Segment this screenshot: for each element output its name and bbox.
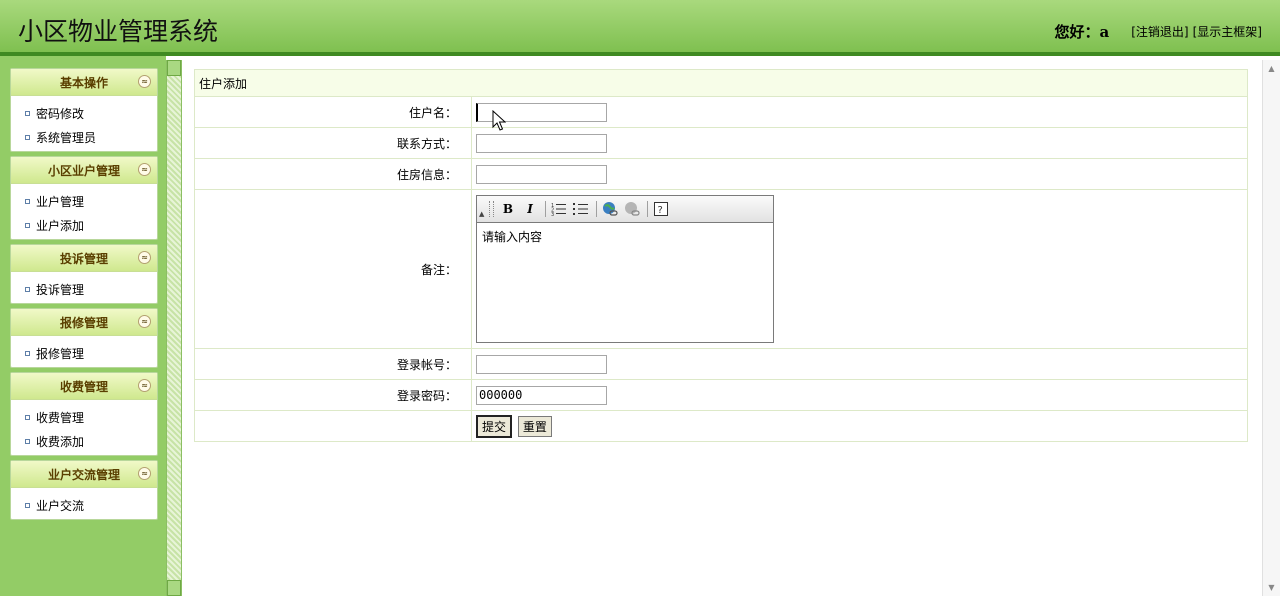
bullet-icon — [25, 414, 30, 420]
sidebar-item-fee-manage[interactable]: 收费管理 — [11, 405, 157, 429]
panel-title: 业户交流管理 — [47, 467, 120, 482]
app-title: 小区物业管理系统 — [18, 17, 219, 46]
logout-link[interactable]: [注销退出] — [1131, 23, 1188, 40]
panel-header[interactable]: 业户交流管理 ≈ — [11, 461, 157, 488]
bold-button[interactable]: B — [498, 200, 518, 218]
panel-exchange: 业户交流管理 ≈ 业户交流 — [10, 460, 158, 520]
sidebar-item-password[interactable]: 密码修改 — [11, 101, 157, 125]
sidebar-item-resident-manage[interactable]: 业户管理 — [11, 189, 157, 213]
toolbar-grip-icon: ▲ — [479, 210, 485, 218]
bullet-icon — [25, 222, 30, 228]
sidebar-item-admin[interactable]: 系统管理员 — [11, 125, 157, 149]
splitter-top-tab[interactable] — [167, 60, 181, 76]
collapse-icon[interactable]: ≈ — [138, 315, 151, 328]
name-label: 住户名： — [194, 96, 472, 128]
panel-title: 收费管理 — [59, 379, 108, 394]
sidebar-item-label: 收费管理 — [36, 410, 85, 425]
panel-header[interactable]: 小区业户管理 ≈ — [11, 157, 157, 184]
reset-button[interactable]: 重置 — [517, 415, 552, 437]
contact-input[interactable] — [476, 133, 607, 153]
sidebar-item-label: 收费添加 — [36, 434, 85, 449]
housing-label: 住房信息： — [194, 158, 472, 190]
panel-title: 基本操作 — [59, 75, 108, 90]
remark-label: 备注： — [194, 189, 472, 349]
sidebar-item-label: 报修管理 — [36, 346, 85, 361]
ordered-list-icon[interactable]: 123 — [549, 200, 569, 218]
toolbar-separator — [545, 201, 546, 217]
frame-splitter[interactable] — [166, 60, 182, 596]
editor-toolbar: ▲ B I 123 ? — [477, 196, 773, 223]
panel-complaints: 投诉管理 ≈ 投诉管理 — [10, 244, 158, 304]
user-area: 您好：a [注销退出] [显示主框架] — [1055, 21, 1262, 42]
sidebar-item-label: 系统管理员 — [36, 130, 97, 145]
toolbar-separator — [596, 201, 597, 217]
bullet-icon — [25, 134, 30, 140]
main-content: 住户添加 住户名： 联系方式： 住房信息： 备注： ▲ B I 1 2 3 ? … — [182, 60, 1262, 596]
sidebar-item-label: 业户添加 — [36, 218, 85, 233]
panel-header[interactable]: 基本操作 ≈ — [11, 69, 157, 96]
sidebar-item-exchange[interactable]: 业户交流 — [11, 493, 157, 517]
collapse-icon[interactable]: ≈ — [138, 379, 151, 392]
sidebar-item-complaints[interactable]: 投诉管理 — [11, 277, 157, 301]
help-icon[interactable]: ? — [651, 200, 671, 218]
remark-editor-body[interactable]: 请输入内容 — [477, 223, 773, 250]
account-label: 登录帐号： — [194, 348, 472, 380]
panel-header[interactable]: 投诉管理 ≈ — [11, 245, 157, 272]
resident-add-form: 住户添加 住户名： 联系方式： 住房信息： 备注： ▲ B I 1 2 3 ? … — [194, 69, 1248, 442]
housing-input[interactable] — [476, 164, 607, 184]
panel-title: 小区业户管理 — [47, 163, 120, 178]
password-input[interactable] — [476, 385, 607, 405]
sidebar-item-fee-add[interactable]: 收费添加 — [11, 429, 157, 453]
toolbar-handle-icon — [489, 201, 494, 217]
sidebar-item-label: 投诉管理 — [36, 282, 85, 297]
remark-editor: ▲ B I 123 ? 请输入内容 — [476, 195, 774, 343]
password-label: 登录密码： — [194, 379, 472, 411]
panel-header[interactable]: 报修管理 ≈ — [11, 309, 157, 336]
sidebar-item-repairs[interactable]: 报修管理 — [11, 341, 157, 365]
submit-button[interactable]: 提交 — [476, 414, 513, 438]
sidebar-item-resident-add[interactable]: 业户添加 — [11, 213, 157, 237]
splitter-bottom-tab[interactable] — [167, 580, 181, 596]
sidebar-item-label: 业户管理 — [36, 194, 85, 209]
italic-button[interactable]: I — [520, 200, 540, 218]
insert-link-icon[interactable] — [600, 200, 620, 218]
actions-label-cell — [194, 410, 472, 442]
vertical-scrollbar[interactable]: ▲ ▼ — [1262, 60, 1280, 596]
svg-text:3: 3 — [551, 212, 554, 216]
form-caption: 住户添加 — [194, 69, 1248, 97]
bullet-icon — [25, 198, 30, 204]
toolbar-separator — [647, 201, 648, 217]
remove-link-icon[interactable] — [622, 200, 642, 218]
show-frame-link[interactable]: [显示主框架] — [1193, 23, 1262, 40]
app-header: 小区物业管理系统 您好：a [注销退出] [显示主框架] — [0, 0, 1280, 56]
bullet-icon — [25, 438, 30, 444]
panel-header[interactable]: 收费管理 ≈ — [11, 373, 157, 400]
panel-title: 报修管理 — [59, 315, 108, 330]
collapse-icon[interactable]: ≈ — [138, 75, 151, 88]
user-greeting: 您好：a — [1054, 23, 1110, 41]
collapse-icon[interactable]: ≈ — [138, 251, 151, 264]
panel-repairs: 报修管理 ≈ 报修管理 — [10, 308, 158, 368]
collapse-icon[interactable]: ≈ — [138, 163, 151, 176]
bullet-icon — [25, 286, 30, 292]
bullet-icon — [25, 350, 30, 356]
panel-title: 投诉管理 — [59, 251, 108, 266]
collapse-icon[interactable]: ≈ — [138, 467, 151, 480]
sidebar-item-label: 业户交流 — [36, 498, 85, 513]
panel-residents: 小区业户管理 ≈ 业户管理 业户添加 — [10, 156, 158, 240]
scroll-down-icon[interactable]: ▼ — [1265, 581, 1278, 594]
sidebar: 基本操作 ≈ 密码修改 系统管理员 小区业户管理 ≈ 业户管理 业户添加 投诉管理 ≈… — [0, 56, 166, 596]
svg-text:?: ? — [658, 205, 663, 216]
sidebar-item-label: 密码修改 — [36, 106, 85, 121]
bullet-icon — [25, 502, 30, 508]
panel-fees: 收费管理 ≈ 收费管理 收费添加 — [10, 372, 158, 456]
scroll-up-icon[interactable]: ▲ — [1265, 62, 1278, 75]
mouse-cursor-icon — [492, 110, 506, 131]
unordered-list-icon[interactable] — [571, 200, 591, 218]
bullet-icon — [25, 110, 30, 116]
account-input[interactable] — [476, 354, 607, 374]
panel-basic: 基本操作 ≈ 密码修改 系统管理员 — [10, 68, 158, 152]
contact-label: 联系方式： — [194, 127, 472, 159]
